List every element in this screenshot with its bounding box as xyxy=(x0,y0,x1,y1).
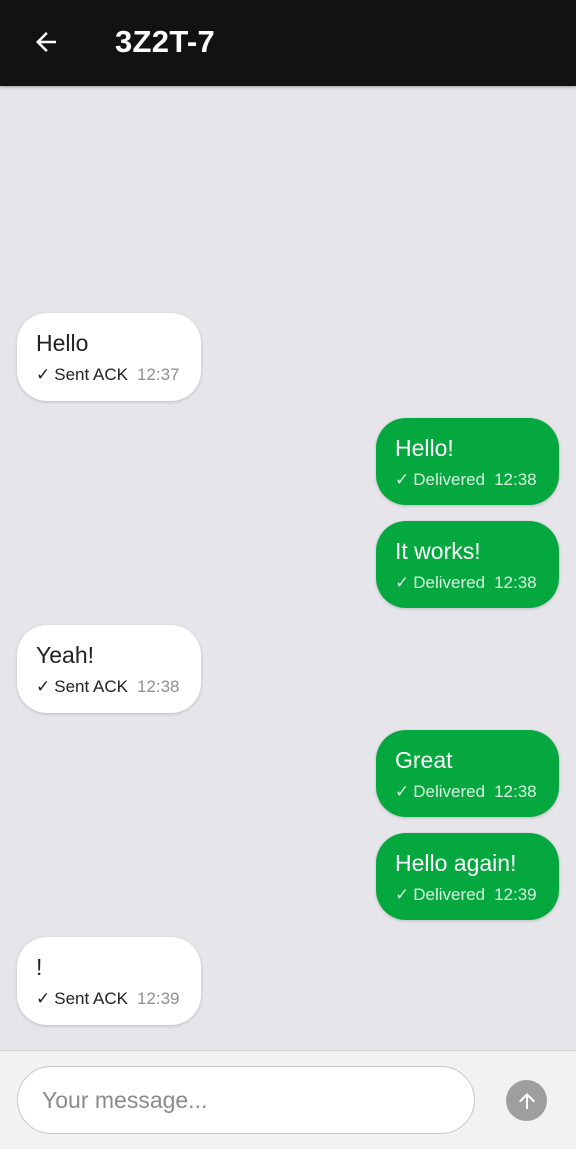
incoming-message[interactable]: Hello ✓ Sent ACK 12:37 xyxy=(17,313,201,401)
message-text: It works! xyxy=(395,538,481,564)
check-icon: ✓ xyxy=(36,365,51,384)
incoming-message[interactable]: ! ✓ Sent ACK 12:39 xyxy=(17,937,201,1025)
message-status: ✓ Sent ACK xyxy=(36,677,128,696)
message-status: ✓ Delivered xyxy=(395,470,486,489)
message-time: 12:38 xyxy=(494,573,537,592)
message-time: 12:39 xyxy=(136,989,180,1008)
outgoing-message[interactable]: Hello again! ✓ Delivered 12:39 xyxy=(376,833,559,920)
send-button[interactable] xyxy=(506,1080,547,1121)
message-status: ✓ Delivered xyxy=(395,573,486,592)
message-meta: ✓ Delivered 12:38 xyxy=(395,470,540,490)
message-status: ✓ Delivered xyxy=(395,885,486,904)
message-text: ! xyxy=(36,954,43,980)
arrow-left-icon xyxy=(36,32,56,52)
app-bar: 3Z2T-7 xyxy=(0,0,576,86)
message-meta: ✓ Sent ACK 12:38 xyxy=(36,677,182,697)
composer-bar xyxy=(0,1050,576,1149)
message-time: 12:39 xyxy=(494,885,537,904)
message-status: ✓ Delivered xyxy=(395,782,486,801)
check-icon: ✓ xyxy=(395,573,410,592)
message-list[interactable]: Hello ✓ Sent ACK 12:37 Hello! ✓ Delivered … xyxy=(0,86,576,1050)
incoming-message[interactable]: Yeah! ✓ Sent ACK 12:38 xyxy=(17,625,201,713)
message-text: Hello again! xyxy=(395,850,517,876)
message-text: Yeah! xyxy=(36,642,94,668)
check-icon: ✓ xyxy=(36,989,51,1008)
message-time: 12:38 xyxy=(494,470,537,489)
outgoing-message[interactable]: Great ✓ Delivered 12:38 xyxy=(376,730,559,817)
message-meta: ✓ Delivered 12:38 xyxy=(395,573,540,593)
message-text: Hello! xyxy=(395,435,454,461)
message-meta: ✓ Sent ACK 12:39 xyxy=(36,989,182,1009)
arrow-up-icon xyxy=(518,1092,535,1109)
outgoing-message[interactable]: Hello! ✓ Delivered 12:38 xyxy=(376,418,559,505)
message-time: 12:38 xyxy=(494,782,537,801)
message-status: ✓ Sent ACK xyxy=(36,989,128,1008)
message-time: 12:38 xyxy=(136,677,180,696)
check-icon: ✓ xyxy=(395,470,410,489)
message-meta: ✓ Sent ACK 12:37 xyxy=(36,365,182,385)
message-status: ✓ Sent ACK xyxy=(36,365,128,384)
message-input[interactable] xyxy=(17,1066,475,1134)
message-meta: ✓ Delivered 12:39 xyxy=(395,885,540,905)
message-time: 12:37 xyxy=(136,365,180,384)
outgoing-message[interactable]: It works! ✓ Delivered 12:38 xyxy=(376,521,559,608)
message-meta: ✓ Delivered 12:38 xyxy=(395,782,540,802)
message-text: Hello xyxy=(36,330,89,356)
check-icon: ✓ xyxy=(36,677,51,696)
check-icon: ✓ xyxy=(395,782,410,801)
conversation-title: 3Z2T-7 xyxy=(115,24,216,59)
message-text: Great xyxy=(395,747,453,773)
check-icon: ✓ xyxy=(395,885,410,904)
back-button[interactable] xyxy=(26,22,66,62)
